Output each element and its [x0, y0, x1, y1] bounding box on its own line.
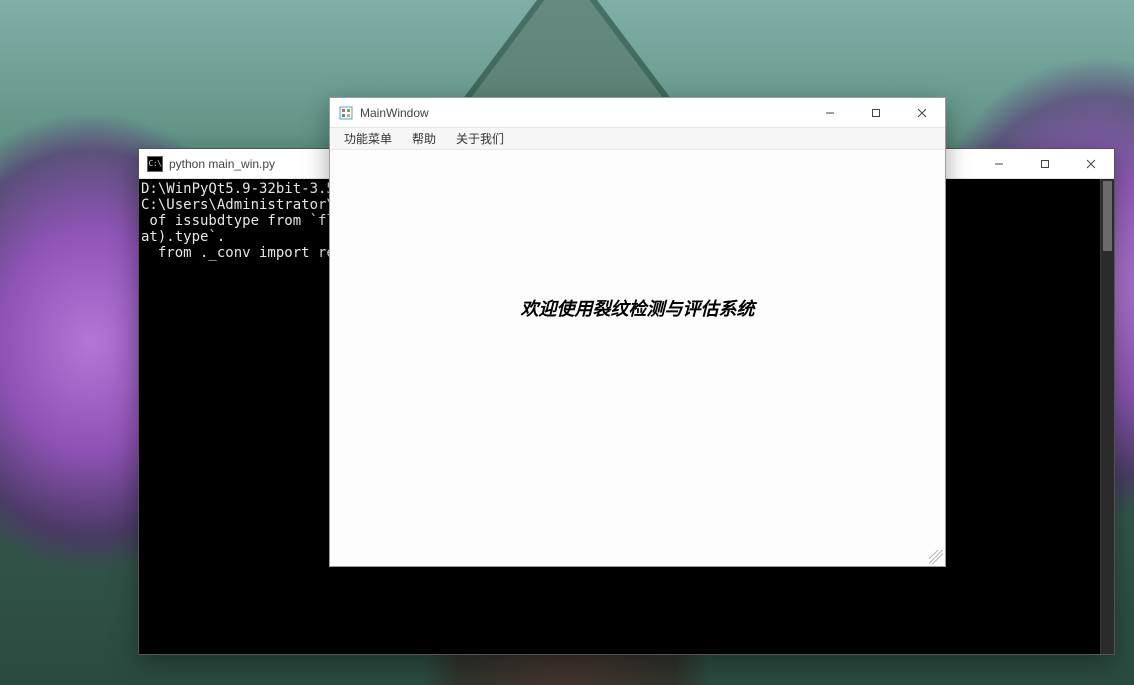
menu-about[interactable]: 关于我们	[446, 128, 514, 149]
console-minimize-button[interactable]	[976, 149, 1022, 179]
menu-help[interactable]: 帮助	[402, 128, 446, 149]
mainwin-client-area: 欢迎使用裂纹检测与评估系统	[330, 150, 945, 566]
mainwin-minimize-button[interactable]	[807, 98, 853, 128]
console-title: python main_win.py	[169, 157, 275, 171]
console-scrollbar-thumb[interactable]	[1103, 181, 1112, 251]
mainwin-menubar: 功能菜单 帮助 关于我们	[330, 128, 945, 150]
menu-function[interactable]: 功能菜单	[334, 128, 402, 149]
mainwin-title: MainWindow	[360, 106, 429, 120]
console-maximize-button[interactable]	[1022, 149, 1068, 179]
app-icon	[338, 105, 354, 121]
welcome-label: 欢迎使用裂纹检测与评估系统	[330, 295, 945, 321]
cmd-icon: C:\	[147, 156, 163, 172]
console-close-button[interactable]	[1068, 149, 1114, 179]
main-window: MainWindow 功能菜单 帮助 关于我们 欢迎使用裂纹检测与评估系统	[329, 97, 946, 567]
console-scrollbar[interactable]	[1100, 179, 1114, 654]
mainwin-maximize-button[interactable]	[853, 98, 899, 128]
mainwin-titlebar[interactable]: MainWindow	[330, 98, 945, 128]
resize-grip-icon[interactable]	[929, 550, 943, 564]
mainwin-close-button[interactable]	[899, 98, 945, 128]
